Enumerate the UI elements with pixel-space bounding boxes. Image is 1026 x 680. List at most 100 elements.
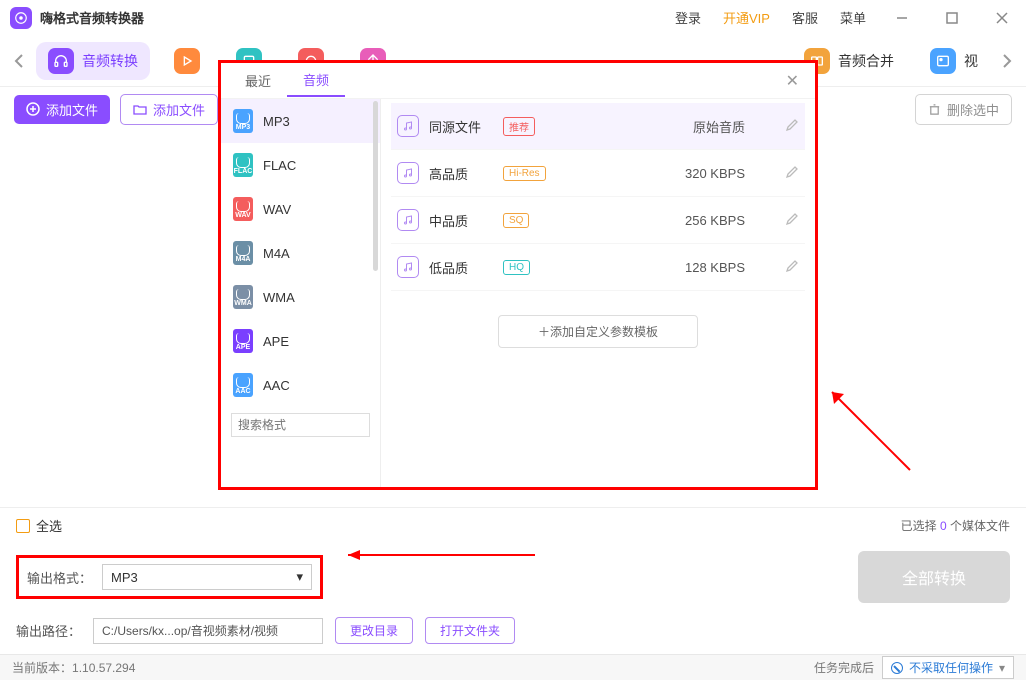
output-format-row: 输出格式： MP3 ▾ 全部转换	[0, 543, 1026, 611]
bottom-panel: 全选 已选择 0 个媒体文件 输出格式： MP3 ▾ 全部转换 输出路径： C:…	[0, 507, 1026, 680]
format-item-m4a[interactable]: M4A M4A	[221, 231, 380, 275]
format-file-icon: AAC	[233, 373, 253, 397]
add-file-button[interactable]: 添加文件	[14, 95, 110, 124]
plus-icon: ＋	[538, 325, 550, 339]
quality-row[interactable]: 同源文件推荐 原始音质	[391, 103, 805, 150]
output-path-input[interactable]: C:/Users/kx...op/音视频素材/视频	[93, 618, 323, 644]
quality-row[interactable]: 高品质 Hi-Res 320 KBPS	[391, 150, 805, 197]
format-file-icon: M4A	[233, 241, 253, 265]
format-file-icon: MP3	[233, 109, 253, 133]
after-task-label: 任务完成后	[814, 659, 874, 676]
music-note-icon	[397, 209, 419, 231]
popup-tab-audio[interactable]: 音频	[287, 64, 345, 97]
add-custom-template-button[interactable]: ＋添加自定义参数模板	[498, 315, 698, 348]
close-button[interactable]	[988, 4, 1016, 32]
format-name: M4A	[263, 246, 290, 261]
format-name: AAC	[263, 378, 290, 393]
add-folder-button[interactable]: 添加文件	[120, 94, 218, 125]
tab-icon	[174, 48, 200, 74]
app-icon	[10, 7, 32, 29]
popup-close-button[interactable]: ✕	[778, 67, 807, 95]
music-note-icon	[397, 162, 419, 184]
format-item-aac[interactable]: AAC AAC	[221, 363, 380, 407]
quality-row[interactable]: 中品质SQ256 KBPS	[391, 197, 805, 244]
minimize-button[interactable]	[888, 4, 916, 32]
edit-icon[interactable]	[785, 212, 799, 229]
format-item-ape[interactable]: APE APE	[221, 319, 380, 363]
change-dir-button[interactable]: 更改目录	[335, 617, 413, 644]
statusbar: 当前版本： 1.10.57.294 任务完成后 不采取任何操作 ▾	[0, 654, 1026, 680]
music-note-icon	[397, 256, 419, 278]
edit-icon[interactable]	[785, 259, 799, 276]
format-picker-popup: 最近 音频 ✕ MP3MP3FLACFLACWAVWAVM4AM4AWMAWMA…	[218, 60, 818, 490]
button-label: 添加文件	[46, 100, 98, 119]
scrollbar[interactable]	[373, 101, 378, 271]
tabs-scroll-right[interactable]	[996, 41, 1018, 81]
after-task-value: 不采取任何操作	[909, 659, 993, 676]
prohibit-icon	[891, 662, 903, 674]
open-folder-button[interactable]: 打开文件夹	[425, 617, 515, 644]
format-name: MP3	[263, 114, 290, 129]
popup-tabs: 最近 音频 ✕	[221, 63, 815, 99]
image-icon	[930, 48, 956, 74]
popup-tab-recent[interactable]: 最近	[229, 65, 287, 96]
format-name: WMA	[263, 290, 295, 305]
edit-icon[interactable]	[785, 165, 799, 182]
format-file-icon: APE	[233, 329, 253, 353]
tab-video[interactable]: 视	[918, 42, 990, 80]
tab-label: 音频合并	[838, 51, 894, 71]
quality-row[interactable]: 低品质 HQ 128 KBPS	[391, 244, 805, 291]
select-row: 全选 已选择 0 个媒体文件	[0, 507, 1026, 543]
output-format-select[interactable]: MP3 ▾	[102, 564, 312, 590]
after-task-select[interactable]: 不采取任何操作 ▾	[882, 656, 1014, 679]
format-list[interactable]: MP3 MP3 FLAC FLAC WAV WAV M4A M4A WMA WMA APE APE AA…	[221, 99, 381, 487]
chevron-down-icon: ▾	[296, 569, 303, 585]
tab-audio-convert[interactable]: 音频转换	[36, 42, 150, 80]
format-search	[221, 407, 380, 443]
tab-item-2[interactable]	[162, 42, 212, 80]
quality-name: 高品质	[429, 164, 499, 183]
headphones-icon	[48, 48, 74, 74]
format-file-icon: FLAC	[233, 153, 253, 177]
quality-bitrate: 原始音质	[693, 117, 745, 136]
format-item-wma[interactable]: WMA WMA	[221, 275, 380, 319]
output-path-row: 输出路径： C:/Users/kx...op/音视频素材/视频 更改目录 打开文…	[0, 611, 1026, 654]
maximize-button[interactable]	[938, 4, 966, 32]
menu-link[interactable]: 菜单	[840, 8, 866, 27]
vip-link[interactable]: 开通VIP	[723, 8, 770, 27]
format-item-flac[interactable]: FLAC FLAC	[221, 143, 380, 187]
selected-count-text: 已选择 0 个媒体文件	[901, 517, 1010, 534]
quality-badge: Hi-Res	[503, 166, 546, 181]
output-format-label: 输出格式：	[27, 568, 92, 587]
plus-circle-icon	[26, 102, 40, 116]
version-value: 1.10.57.294	[72, 661, 135, 675]
quality-bitrate: 320 KBPS	[685, 166, 745, 181]
button-label: 添加文件	[153, 100, 205, 119]
quality-bitrate: 128 KBPS	[685, 260, 745, 275]
support-link[interactable]: 客服	[792, 8, 818, 27]
login-link[interactable]: 登录	[675, 8, 701, 27]
delete-selected-button[interactable]: 删除选中	[915, 94, 1012, 125]
format-name: FLAC	[263, 158, 296, 173]
select-all-label: 全选	[36, 516, 62, 535]
quality-name: 中品质	[429, 211, 499, 230]
tabs-scroll-left[interactable]	[8, 41, 30, 81]
format-item-mp3[interactable]: MP3 MP3	[221, 99, 380, 143]
format-file-icon: WMA	[233, 285, 253, 309]
format-search-input[interactable]	[231, 413, 370, 437]
quality-badge: 推荐	[503, 117, 535, 136]
select-all-checkbox[interactable]	[16, 519, 30, 533]
quality-name: 低品质	[429, 258, 499, 277]
format-file-icon: WAV	[233, 197, 253, 221]
format-name: WAV	[263, 202, 291, 217]
annotation-arrow-icon	[820, 380, 920, 480]
format-item-wav[interactable]: WAV WAV	[221, 187, 380, 231]
chevron-down-icon: ▾	[999, 661, 1005, 675]
titlebar: 嗨格式音频转换器 登录 开通VIP 客服 菜单	[0, 0, 1026, 35]
format-name: APE	[263, 334, 289, 349]
edit-icon[interactable]	[785, 118, 799, 135]
quality-name: 同源文件	[429, 117, 499, 136]
quality-badge: HQ	[503, 260, 530, 275]
quality-badge: SQ	[503, 213, 529, 228]
convert-all-button[interactable]: 全部转换	[858, 551, 1010, 603]
